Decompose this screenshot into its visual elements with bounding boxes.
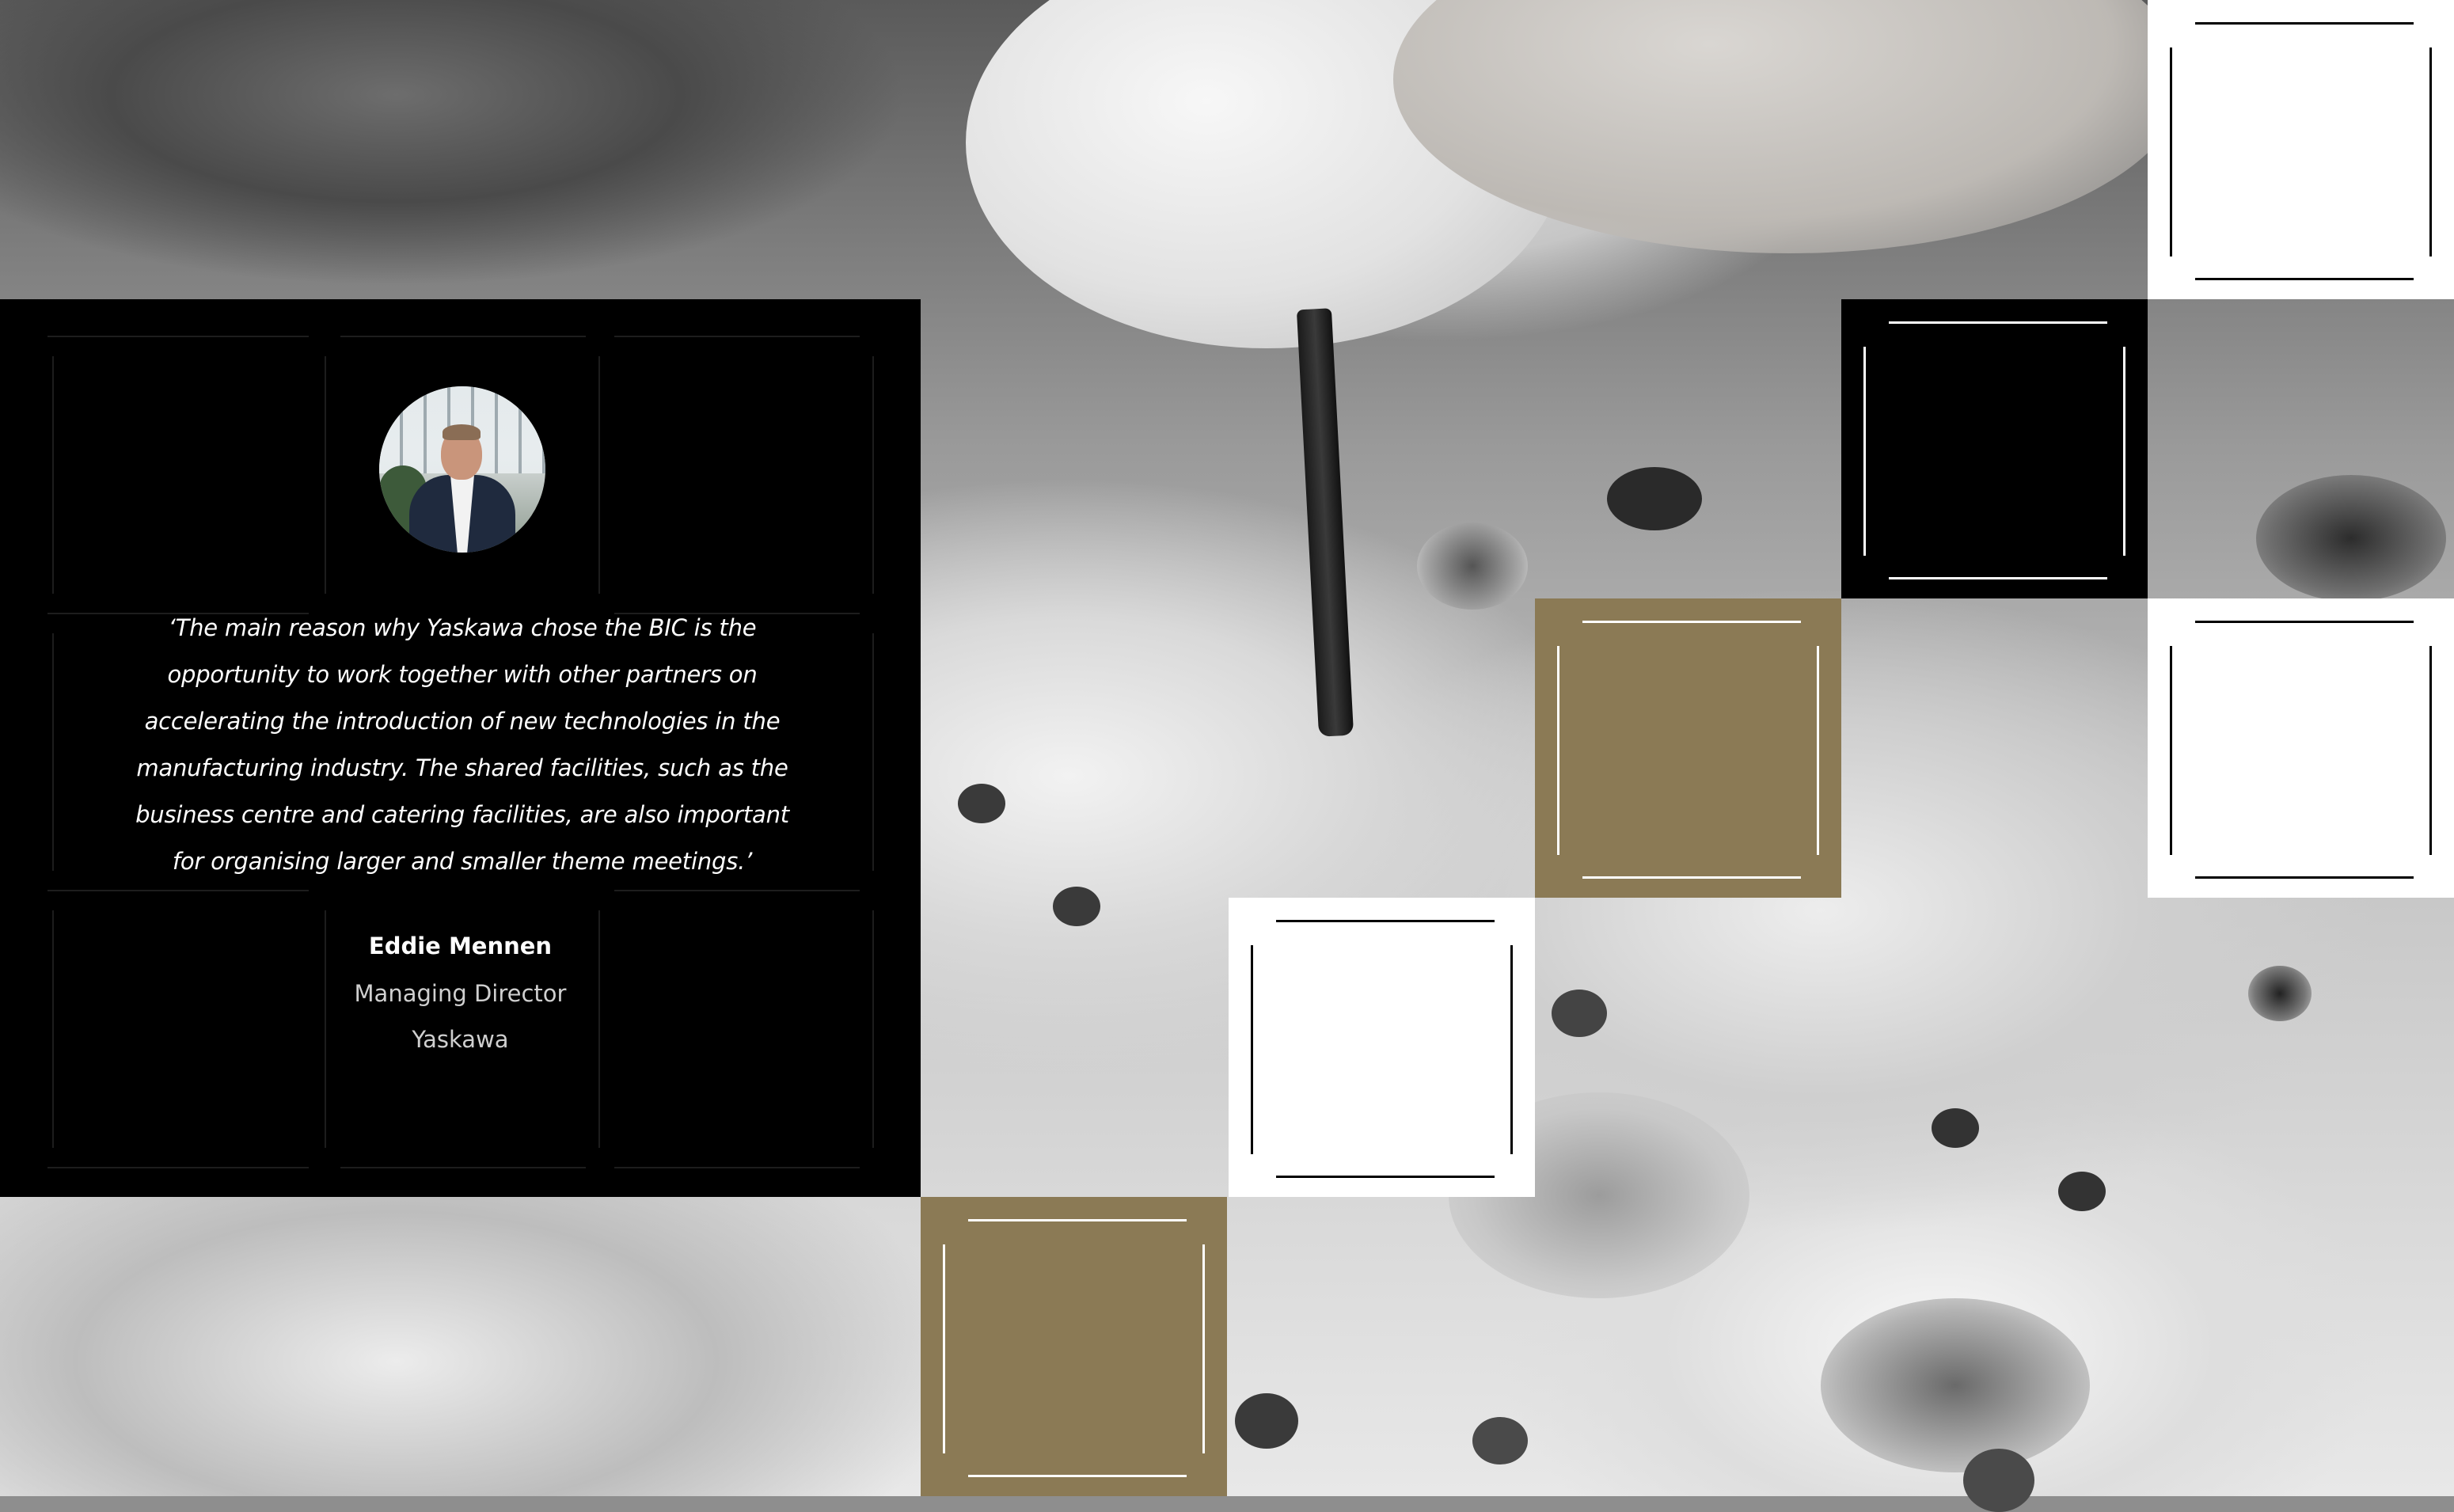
grid-line <box>325 356 326 594</box>
tile-line <box>1202 1244 1205 1453</box>
machined-hole <box>1472 1417 1528 1465</box>
machined-hole <box>1963 1449 2034 1512</box>
grid-line <box>340 1167 586 1168</box>
tile-line <box>943 1244 945 1453</box>
person-name: Eddie Mennen <box>368 933 553 959</box>
decorative-tile-black <box>1841 299 2148 598</box>
grid-line <box>47 1167 309 1168</box>
machined-hole <box>2058 1172 2106 1211</box>
decorative-tile-white <box>1229 898 1535 1197</box>
tile-line <box>1510 945 1513 1154</box>
tile-line <box>1276 1176 1495 1178</box>
testimonial-panel: ‘The main reason why Yaskawa chose the B… <box>0 299 921 1197</box>
tile-line <box>2123 347 2125 556</box>
machined-pocket <box>2256 475 2446 602</box>
tile-line <box>1557 646 1559 855</box>
tile-line <box>1582 621 1801 623</box>
decorative-tile-white <box>2148 598 2454 898</box>
machined-hole <box>1417 522 1528 610</box>
tile-line <box>2195 621 2414 623</box>
tile-line <box>2195 876 2414 879</box>
grid-line <box>52 356 54 594</box>
machined-hole <box>1932 1108 1979 1148</box>
grid-line <box>872 356 874 594</box>
person-portrait <box>379 386 545 553</box>
machined-hole <box>2248 966 2312 1021</box>
testimonial-quote: ‘The main reason why Yaskawa chose the B… <box>135 614 789 875</box>
portrait-hair <box>443 424 481 440</box>
tile-line <box>2429 47 2432 256</box>
grid-line <box>47 890 309 891</box>
machined-pocket <box>1821 1298 2090 1472</box>
tile-line <box>2429 646 2432 855</box>
grid-line <box>614 1167 860 1168</box>
grid-line <box>614 336 860 337</box>
machined-hole <box>1053 887 1100 926</box>
grid-line <box>47 336 309 337</box>
grid-line <box>872 633 874 871</box>
tile-line <box>968 1475 1187 1477</box>
pen-shape <box>1296 308 1354 737</box>
decorative-tile-gold <box>1535 598 1841 898</box>
tile-line <box>1889 321 2107 324</box>
tile-line <box>1582 876 1801 879</box>
grid-line <box>52 633 54 871</box>
tile-line <box>2195 278 2414 280</box>
company-name: Yaskawa <box>412 1026 509 1053</box>
machined-hole <box>1607 467 1702 530</box>
grid-line <box>340 336 586 337</box>
tile-line <box>1817 646 1819 855</box>
grid-line <box>614 890 860 891</box>
machined-hole <box>958 784 1005 823</box>
tile-line <box>968 1219 1187 1221</box>
tile-line <box>1863 347 1866 556</box>
tile-line <box>1276 920 1495 922</box>
decorative-tile-gold <box>921 1197 1227 1496</box>
tile-line <box>2170 646 2172 855</box>
grid-line <box>598 356 600 594</box>
machined-hole <box>1552 990 1607 1037</box>
person-title: Managing Director <box>354 980 567 1007</box>
tile-line <box>2170 47 2172 256</box>
decorative-tile-white <box>2148 0 2454 299</box>
tile-line <box>2195 22 2414 25</box>
machined-hole <box>1235 1393 1298 1449</box>
tile-line <box>1889 577 2107 579</box>
tile-line <box>1251 945 1253 1154</box>
